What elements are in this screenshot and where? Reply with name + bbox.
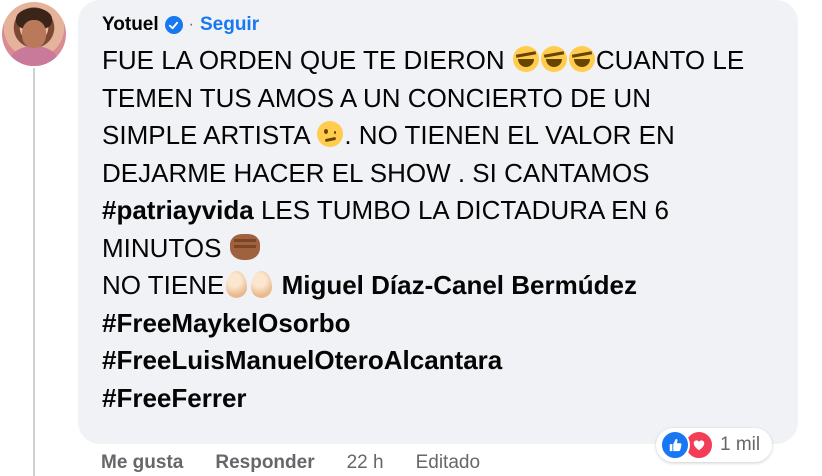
follow-button[interactable]: Seguir — [200, 14, 259, 36]
avatar[interactable] — [2, 2, 66, 66]
text-line: FUE LA ORDEN QUE TE DIERON CUANTO LE — [102, 45, 745, 75]
reaction-icons — [660, 430, 714, 460]
laughing-emoji-icon — [512, 46, 539, 72]
comment-root: Yotuel · Seguir FUE LA ORDEN QUE TE DIER… — [0, 0, 822, 476]
laughing-emoji-icon — [568, 46, 595, 72]
raised-fist-emoji-icon — [229, 233, 260, 260]
like-button[interactable]: Me gusta — [101, 452, 183, 474]
hashtag-link[interactable]: #FreeMaykelOsorbo — [102, 308, 351, 338]
comment-text: FUE LA ORDEN QUE TE DIERON CUANTO LE TEM… — [102, 42, 792, 417]
comment-actions: Me gusta Responder 22 h Editado — [101, 450, 480, 476]
text-line: NO TIENE Miguel Díaz-Canel Bermúdez — [102, 270, 637, 300]
timestamp[interactable]: 22 h — [347, 452, 384, 474]
reactions-summary[interactable]: 1 mil — [656, 428, 773, 462]
laughing-emoji-icon — [540, 46, 567, 72]
reaction-count: 1 mil — [720, 434, 761, 455]
winking-emoji-icon — [317, 121, 344, 147]
like-reaction-icon — [660, 430, 690, 460]
egg-emoji-icon — [251, 271, 273, 298]
text-line: #FreeLuisManuelOteroAlcantara — [102, 342, 792, 380]
verified-badge-icon — [164, 16, 183, 34]
text-line: MINUTOS — [102, 230, 792, 268]
edited-label[interactable]: Editado — [416, 452, 480, 474]
egg-emoji-icon — [226, 271, 248, 298]
reply-button[interactable]: Responder — [215, 452, 314, 474]
hashtag-link[interactable]: #patriayvida — [102, 195, 254, 225]
hashtag-link[interactable]: #FreeFerrer — [102, 383, 247, 413]
text-line: TEMEN TUS AMOS A UN CONCIERTO DE UN — [102, 82, 651, 113]
text-line: #FreeFerrer — [102, 380, 792, 418]
hashtag-link[interactable]: #FreeLuisManuelOteroAlcantara — [102, 345, 502, 375]
thread-line — [33, 68, 35, 476]
comment-header: Yotuel · Seguir — [102, 10, 259, 40]
mention-link[interactable]: Miguel Díaz-Canel Bermúdez — [282, 270, 637, 300]
separator-dot: · — [188, 16, 194, 33]
text-line: #patriayvida LES TUMBO LA DICTADURA EN 6 — [102, 195, 669, 225]
text-line: #FreeMaykelOsorbo — [102, 305, 792, 343]
author-name[interactable]: Yotuel — [102, 14, 159, 36]
text-line: DEJARME HACER EL SHOW . SI CANTAMOS — [102, 157, 650, 188]
text-line: SIMPLE ARTISTA . NO TIENEN EL VALOR EN — [102, 120, 675, 150]
